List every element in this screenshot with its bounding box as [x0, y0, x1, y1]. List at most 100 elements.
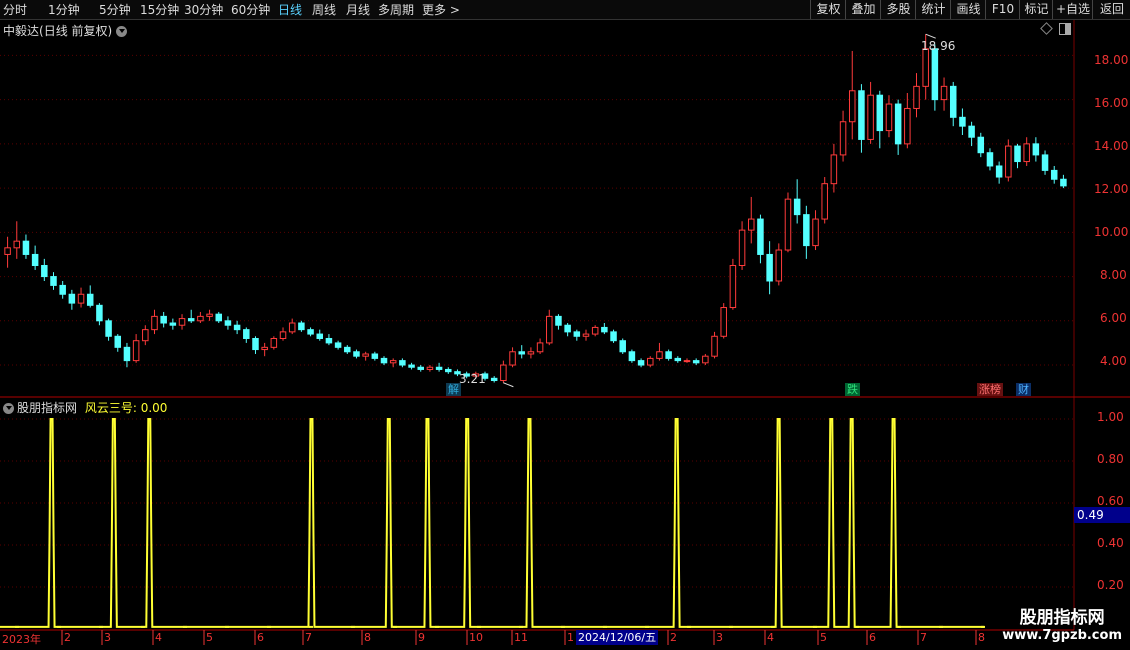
indicator-dot	[771, 625, 775, 628]
candle-body	[490, 377, 498, 382]
indicator-dot	[435, 625, 439, 628]
candle-body	[775, 249, 783, 282]
candle-body	[389, 360, 397, 364]
candle-body	[601, 326, 608, 333]
indicator-dot	[981, 625, 985, 628]
indicator-dot	[15, 625, 19, 628]
date-label-4: 5	[206, 631, 213, 644]
indicator-dot	[225, 625, 229, 628]
candle-body	[518, 351, 525, 355]
candle-body	[1014, 145, 1021, 163]
date-label-15: 5	[820, 631, 827, 644]
candle-body	[353, 351, 360, 357]
tag-unlock[interactable]: 解	[446, 383, 461, 396]
candle-body	[784, 198, 792, 251]
indicator-series-label: 风云三号: 0.00	[84, 401, 168, 415]
candle-body	[132, 340, 140, 362]
candle-body	[546, 315, 553, 344]
candle-body	[298, 322, 305, 331]
panel-toggle-icon[interactable]	[1059, 23, 1071, 35]
candle-body	[922, 48, 929, 87]
candle-body	[940, 85, 948, 101]
candle-body	[123, 346, 131, 362]
chart-mode: (日线 前复权)	[39, 24, 113, 38]
candlesticks	[4, 33, 1067, 388]
candle-body	[77, 293, 85, 304]
watermark: 股朋指标网 www.7gpzb.com	[1002, 603, 1122, 643]
low-marker	[503, 382, 514, 388]
y-label-18: 18.00	[1094, 53, 1129, 67]
watermark-title: 股朋指标网	[1019, 608, 1105, 628]
indicator-dot	[561, 625, 565, 628]
tag-top-list[interactable]: 涨榜	[977, 383, 1003, 396]
candle-body	[445, 368, 452, 373]
candle-body	[224, 320, 232, 326]
indicator-name[interactable]: 股朋指标网	[17, 401, 77, 415]
candle-body	[858, 90, 865, 140]
indicator-dropdown-icon[interactable]	[3, 403, 14, 414]
date-label-2: 3	[104, 631, 111, 644]
chart-canvas[interactable]	[0, 0, 1130, 650]
candle-body	[86, 293, 94, 306]
indicator-dot	[393, 625, 397, 628]
candle-body	[894, 103, 902, 145]
candle-body	[500, 364, 507, 382]
candle-body	[692, 360, 700, 364]
candle-body	[362, 353, 369, 357]
tag-finance[interactable]: 财	[1016, 383, 1031, 396]
candle-body	[142, 329, 149, 342]
high-price-label: 18.96	[921, 39, 956, 53]
candle-body	[656, 351, 663, 359]
indicator-series	[0, 418, 985, 628]
date-label-17: 7	[920, 631, 927, 644]
candle-body	[959, 116, 966, 127]
indicator-dot	[183, 625, 187, 628]
candle-body	[1023, 143, 1030, 163]
candle-body	[793, 198, 801, 216]
dropdown-icon[interactable]	[116, 26, 128, 37]
candle-body	[114, 335, 122, 348]
candle-body	[564, 324, 571, 333]
candle-body	[4, 247, 11, 255]
candle-body	[986, 152, 994, 167]
indicator-dot	[855, 625, 859, 628]
candle-body	[197, 315, 204, 322]
indicator-dot	[477, 625, 481, 628]
indicator-dot	[519, 625, 523, 628]
indicator-current-value: 0.49	[1074, 507, 1130, 523]
candle-body	[830, 154, 838, 185]
indicator-dot	[645, 625, 649, 628]
y-label-10: 10.00	[1094, 225, 1129, 239]
candle-body	[803, 214, 810, 247]
candle-body	[555, 315, 562, 326]
main-panel-title: 中毅达(日线 前复权)	[3, 22, 130, 39]
candle-body	[206, 313, 213, 317]
y-label-16: 16.00	[1094, 96, 1129, 110]
candle-body	[59, 284, 66, 295]
candle-body	[41, 265, 48, 278]
candle-body	[426, 366, 434, 370]
candle-body	[178, 318, 186, 326]
candle-body	[243, 329, 250, 339]
date-label-0: 2023年	[2, 633, 41, 646]
date-label-9: 10	[469, 631, 483, 644]
date-label-12: 2	[670, 631, 677, 644]
candle-body	[325, 337, 333, 344]
candle-body	[279, 331, 287, 339]
candle-body	[22, 240, 30, 255]
y-label-8: 8.00	[1100, 268, 1127, 282]
ind-y-label-08: 0.80	[1097, 452, 1124, 466]
candle-body	[215, 313, 223, 322]
date-label-11: 1	[567, 631, 574, 644]
candle-body	[968, 125, 975, 138]
tag-fall[interactable]: 跌	[845, 383, 860, 396]
stock-name: 中毅达	[3, 24, 40, 38]
y-label-14: 14.00	[1094, 139, 1129, 153]
indicator-dot	[813, 625, 817, 628]
indicator-gridlines	[0, 418, 1074, 588]
low-price-label: 3.21	[459, 372, 486, 386]
candle-body	[536, 342, 544, 353]
indicator-dot	[141, 625, 145, 628]
ind-y-label-04: 0.40	[1097, 536, 1124, 550]
candle-body	[316, 333, 324, 339]
